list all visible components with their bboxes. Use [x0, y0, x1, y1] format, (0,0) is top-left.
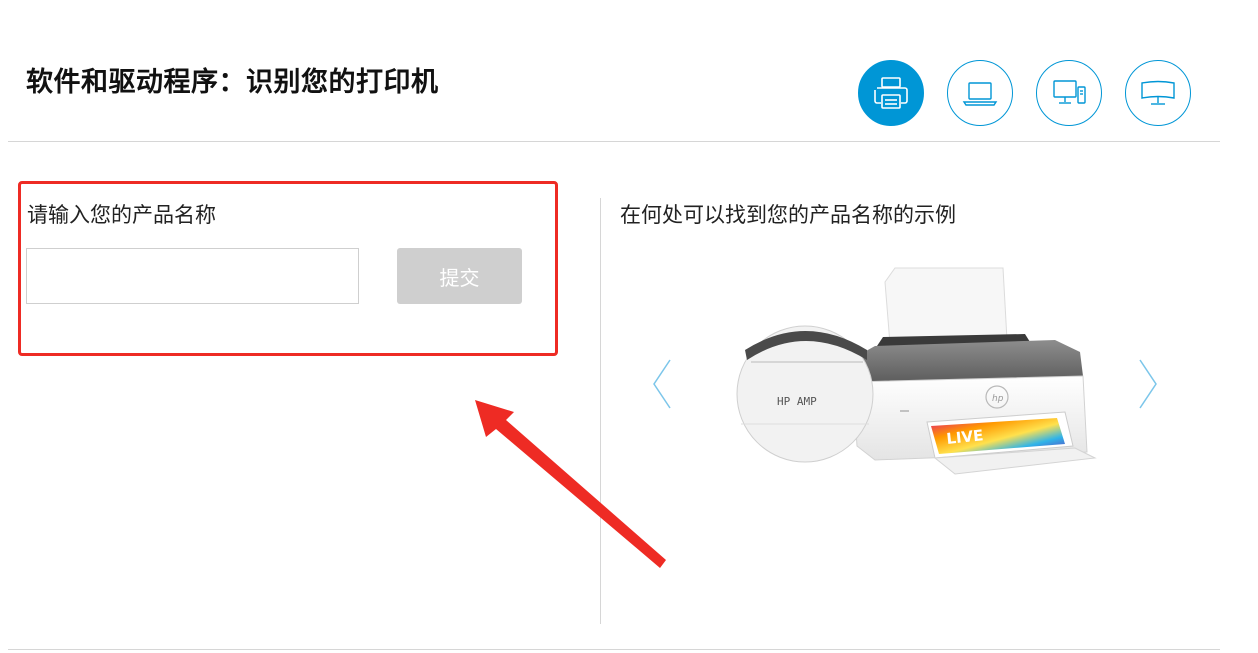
header-divider: [8, 141, 1220, 142]
device-type-selector: [858, 60, 1191, 126]
monitor-device-button[interactable]: [1125, 60, 1191, 126]
product-name-input[interactable]: [26, 248, 359, 304]
svg-text:hp: hp: [992, 394, 1004, 404]
desktop-icon: [1053, 80, 1086, 104]
monitor-icon: [1141, 80, 1175, 105]
product-name-label: 请输入您的产品名称: [27, 203, 216, 227]
printer-icon: [874, 77, 908, 109]
example-title: 在何处可以找到您的产品名称的示例: [620, 203, 956, 227]
page-title: 软件和驱动程序：识别您的打印机: [26, 67, 439, 98]
submit-button[interactable]: 提交: [397, 248, 522, 304]
carousel-next-arrow-icon[interactable]: [1134, 358, 1160, 410]
printer-device-button[interactable]: [858, 60, 924, 126]
paper-print-text: LIVE: [946, 426, 985, 448]
printer-example-image: hp LIVE HP AMP: [736, 267, 1097, 475]
desktop-device-button[interactable]: [1036, 60, 1102, 126]
footer-divider: [8, 649, 1220, 650]
laptop-icon: [962, 82, 998, 106]
laptop-device-button[interactable]: [947, 60, 1013, 126]
magnifier-product-name: HP AMP: [777, 395, 817, 408]
annotation-arrow-icon: [475, 400, 666, 568]
